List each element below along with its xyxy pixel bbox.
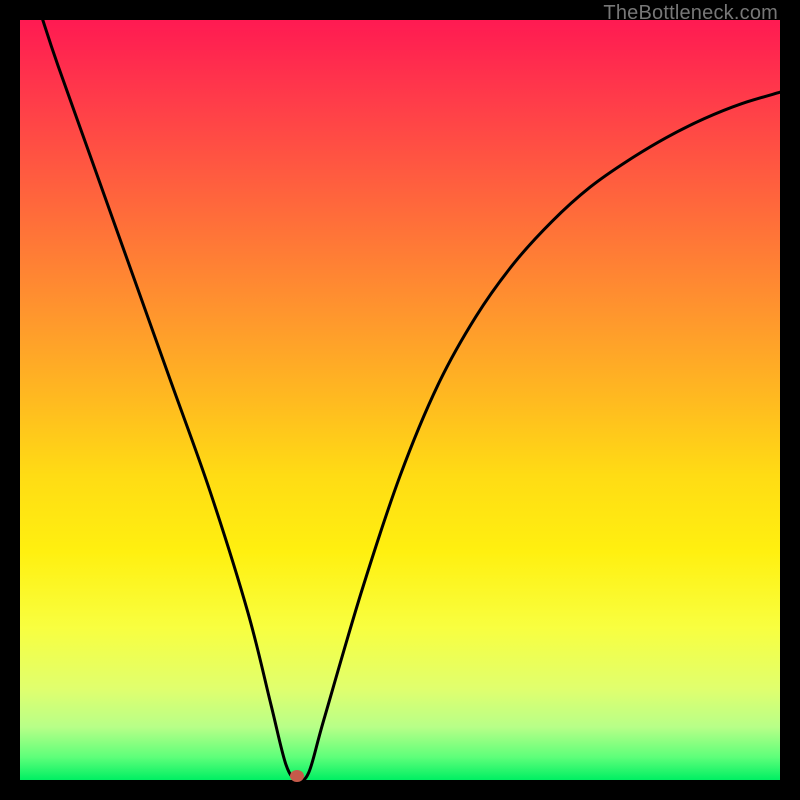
optimal-point-marker xyxy=(290,770,304,782)
watermark-text: TheBottleneck.com xyxy=(603,2,778,25)
bottleneck-curve-path xyxy=(43,20,780,780)
curve-svg xyxy=(20,20,780,780)
chart-container: TheBottleneck.com xyxy=(0,0,800,800)
